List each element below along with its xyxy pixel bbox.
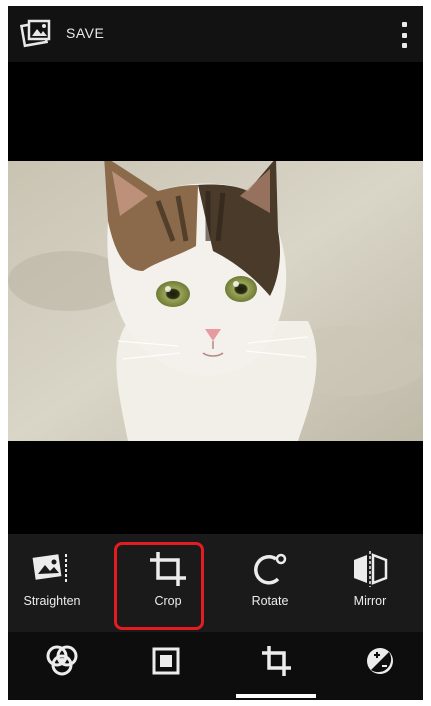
phone-screen: SAVE Straighten Crop Rotate Mirror xyxy=(8,6,423,700)
geometry-category[interactable] xyxy=(256,644,296,684)
save-button[interactable]: SAVE xyxy=(66,25,104,41)
crop-label: Crop xyxy=(154,594,182,608)
crop-tool[interactable]: Crop xyxy=(128,544,208,628)
rotate-label: Rotate xyxy=(251,594,289,608)
adjust-category[interactable] xyxy=(360,644,400,684)
more-vert-icon[interactable] xyxy=(399,22,409,48)
rotate-tool[interactable]: Rotate xyxy=(230,544,310,628)
filters-icon xyxy=(46,645,78,676)
crop-icon xyxy=(150,552,186,586)
frames-category[interactable] xyxy=(146,644,186,684)
filters-category[interactable] xyxy=(42,644,82,684)
photo-canvas xyxy=(8,62,423,534)
mirror-icon xyxy=(354,551,388,587)
selected-category-indicator xyxy=(236,694,316,698)
mirror-tool[interactable]: Mirror xyxy=(330,544,410,628)
straighten-label: Straighten xyxy=(23,594,81,608)
frames-icon xyxy=(152,647,180,675)
tool-strip: Straighten Crop Rotate Mirror xyxy=(8,534,423,632)
photo-editor-icon[interactable] xyxy=(20,18,52,48)
mirror-label: Mirror xyxy=(353,594,387,608)
straighten-icon xyxy=(32,554,67,584)
geometry-icon xyxy=(262,646,291,676)
adjust-icon xyxy=(367,648,393,674)
rotate-icon xyxy=(254,553,287,585)
cat-photo[interactable] xyxy=(8,161,423,441)
category-bar xyxy=(8,632,423,700)
straighten-tool[interactable]: Straighten xyxy=(12,544,92,628)
top-action-bar: SAVE xyxy=(8,6,423,62)
